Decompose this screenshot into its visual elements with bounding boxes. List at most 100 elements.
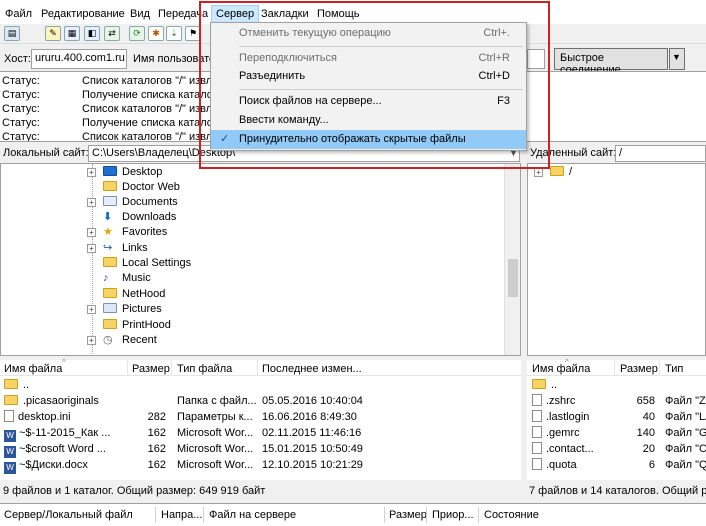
column-header-type[interactable]: Тип файла [177,362,232,376]
expand-icon[interactable]: + [534,168,543,177]
toggle-local-tree-icon[interactable]: ▦ [64,26,80,41]
menu-file[interactable]: Файл [5,7,32,21]
column-header-modified[interactable]: Последнее измен... [262,362,362,376]
column-header-name[interactable]: Имя файла [532,362,590,376]
recent-icon: ◷ [103,334,113,346]
menu-transfer[interactable]: Передача [158,7,208,21]
queue-column-remote-file[interactable]: Файл на сервере [209,509,296,521]
folder-icon [550,166,564,176]
file-icon [532,426,542,438]
menu-item-search-files[interactable]: Поиск файлов на сервере... F3 [211,92,526,111]
host-input[interactable]: ururu.400.com1.ru [31,49,127,69]
local-file-list: .. .picasaoriginals Папка с файл... 05.0… [0,376,521,480]
word-document-icon: W [4,446,16,458]
menu-bookmarks[interactable]: Закладки [261,7,309,21]
file-icon [532,458,542,470]
word-document-icon: W [4,430,16,442]
tree-item[interactable]: PrintHood [103,318,171,333]
local-site-label: Локальный сайт: [3,147,89,159]
table-row[interactable]: .quota 6 Файл "Q [527,458,706,473]
local-file-list-header: Имя файла ^ Размер Тип файла Последнее и… [0,358,521,376]
menu-server[interactable]: Сервер [211,5,260,23]
username-label: Имя пользовате [133,53,216,65]
tree-item[interactable]: Local Settings [103,256,191,271]
queue-column-status[interactable]: Состояние [484,509,539,521]
tree-item[interactable]: ⬇ Downloads [103,210,176,225]
local-directory-tree: + Desktop Doctor Web + Documents ⬇ Download… [0,163,521,356]
toggle-log-icon[interactable]: ✎ [45,26,61,41]
expand-icon[interactable]: + [87,228,96,237]
process-queue-icon[interactable]: ⇣ [166,26,182,41]
menu-item-cancel-operation[interactable]: Отменить текущую операцию Ctrl+. [211,24,526,43]
music-note-icon: ♪ [103,272,109,284]
toggle-remote-tree-icon[interactable]: ◧ [84,26,100,41]
menu-item-reconnect[interactable]: Переподключиться Ctrl+R [211,49,526,68]
tree-item[interactable]: NetHood [103,287,165,302]
table-row[interactable]: desktop.ini 282 Параметры к... 16.06.201… [0,410,521,425]
filter-icon[interactable]: ✱ [148,26,164,41]
table-row[interactable]: .. [527,378,706,393]
port-input[interactable] [527,49,545,69]
scrollbar-thumb[interactable] [508,259,518,297]
column-header-type[interactable]: Тип [665,362,683,376]
quickconnect-dropdown-button[interactable]: ▼ [669,48,685,70]
pictures-icon [103,303,117,313]
local-tree-scrollbar[interactable] [504,164,520,355]
expand-icon[interactable]: + [87,244,96,253]
file-icon [532,394,542,406]
remote-site-path-input[interactable]: / [615,145,706,162]
folder-icon [103,288,117,298]
server-menu-dropdown: Отменить текущую операцию Ctrl+. Переподк… [210,22,527,151]
host-label: Хост: [4,53,31,65]
word-document-icon: W [4,462,16,474]
expand-icon[interactable]: + [87,336,96,345]
downloads-icon: ⬇ [103,211,113,223]
queue-column-direction[interactable]: Напра... [161,509,202,521]
table-row[interactable]: W ~$-11-2015_Как ... 162 Microsoft Wor...… [0,426,521,442]
folder-icon [532,379,546,389]
chevron-down-icon: ▼ [672,52,681,62]
menu-item-enter-command[interactable]: Ввести команду... [211,111,526,130]
table-row[interactable]: .contact... 20 Файл "CO [527,442,706,457]
refresh-icon[interactable]: ⟳ [129,26,145,41]
menu-item-force-show-hidden-files[interactable]: ✓ Принудительно отображать скрытые файлы [211,130,526,149]
local-summary: 9 файлов и 1 каталог. Общий размер: 649 … [3,482,521,500]
tree-item[interactable]: Doctor Web [103,180,180,195]
remote-site-label: Удаленный сайт: [530,147,617,159]
sort-chevron-up-icon: ^ [565,358,569,367]
folder-icon [103,319,117,329]
column-header-name[interactable]: Имя файла [4,362,62,376]
site-manager-icon[interactable]: ▤ [4,26,20,41]
remote-file-list-header: Имя файла ^ Размер Тип [527,358,706,376]
transfer-queue: Сервер/Локальный файл Напра... Файл на с… [0,503,706,526]
table-row[interactable]: .lastlogin 40 Файл "LA [527,410,706,425]
remote-file-list: .. .zshrc 658 Файл "ZS .lastlogin 40 Фай… [527,376,706,480]
table-row[interactable]: W ~$Диски.docx 162 Microsoft Wor... 12.10… [0,458,521,474]
menu-view[interactable]: Вид [130,7,150,21]
table-row[interactable]: W ~$crosoft Word ... 162 Microsoft Wor...… [0,442,521,458]
folder-icon [103,181,117,191]
table-row[interactable]: .. [0,378,521,393]
column-header-size[interactable]: Размер [620,362,658,376]
expand-icon[interactable]: + [87,305,96,314]
documents-icon [103,196,117,206]
table-row[interactable]: .picasaoriginals Папка с файл... 05.05.2… [0,394,521,409]
expand-icon[interactable]: + [87,168,96,177]
stop-icon[interactable]: ⚑ [185,26,201,41]
expand-icon[interactable]: + [87,198,96,207]
quickconnect-button[interactable]: Быстрое соединение [554,48,668,76]
table-row[interactable]: .gemrc 140 Файл "GE [527,426,706,441]
menu-edit[interactable]: Редактирование [41,7,125,21]
table-row[interactable]: .zshrc 658 Файл "ZS [527,394,706,409]
menu-item-disconnect[interactable]: Разъединить Ctrl+D [211,67,526,86]
checkmark-icon: ✓ [220,133,230,145]
folder-icon [4,379,18,389]
queue-column-priority[interactable]: Приор... [432,509,474,521]
tree-item[interactable]: ♪ Music [103,271,151,286]
file-icon [532,442,542,454]
menu-help[interactable]: Помощь [317,7,360,21]
queue-column-size[interactable]: Размер [389,509,427,521]
toggle-queue-icon[interactable]: ⇄ [104,26,120,41]
column-header-size[interactable]: Размер [132,362,170,376]
queue-column-local-file[interactable]: Сервер/Локальный файл [4,509,133,521]
